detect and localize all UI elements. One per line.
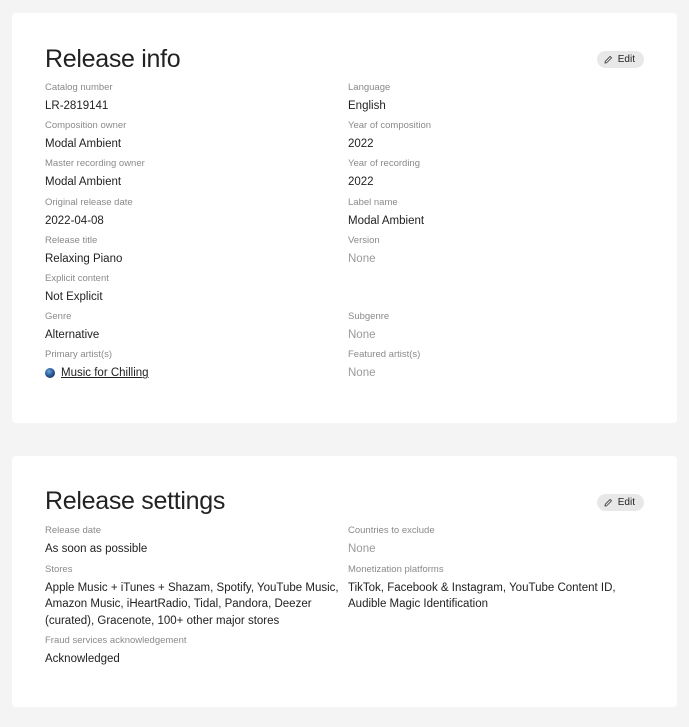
field-fraud-services: Fraud services acknowledgement Acknowled… <box>45 635 341 668</box>
field-value: TikTok, Facebook & Instagram, YouTube Co… <box>348 581 616 611</box>
release-info-edit-button[interactable]: Edit <box>596 51 644 68</box>
release-info-left-column: Catalog number LR-2819141 Composition ow… <box>45 82 345 388</box>
field-value: None <box>348 252 376 265</box>
artist-avatar <box>45 368 55 379</box>
field-composition-owner: Composition owner Modal Ambient <box>45 120 345 158</box>
field-version: Version None <box>348 235 638 273</box>
field-genre: Genre Alternative <box>45 311 345 349</box>
field-primary-artists: Primary artist(s) Music for Chilling <box>45 349 345 387</box>
field-value: None <box>348 367 376 380</box>
field-original-release-date: Original release date 2022-04-08 <box>45 197 345 235</box>
field-value: Music for Chilling <box>45 365 345 383</box>
release-info-title: Release info <box>45 45 181 73</box>
field-empty <box>348 273 638 311</box>
field-monetization-platforms: Monetization platforms TikTok, Facebook … <box>348 564 638 613</box>
release-settings-edit-button[interactable]: Edit <box>596 494 644 511</box>
pencil-icon <box>604 499 612 507</box>
field-year-of-composition: Year of composition 2022 <box>348 120 638 158</box>
field-label: Primary artist(s) <box>45 349 113 361</box>
field-master-recording-owner: Master recording owner Modal Ambient <box>45 158 345 196</box>
release-settings-title: Release settings <box>45 487 226 515</box>
field-label-name: Label name Modal Ambient <box>348 197 638 235</box>
field-value: Modal Ambient <box>45 138 122 151</box>
field-label: Monetization platforms <box>348 563 444 575</box>
field-stores: Stores Apple Music + iTunes + Shazam, Sp… <box>45 564 341 630</box>
field-label: Composition owner <box>45 120 127 132</box>
field-value: 2022 <box>348 138 374 151</box>
field-label: Stores <box>45 563 73 575</box>
field-value: English <box>348 100 386 112</box>
field-value: Modal Ambient <box>45 176 122 189</box>
field-value: LR-2819141 <box>45 100 109 112</box>
field-value: Acknowledged <box>45 653 120 665</box>
field-value: 2022 <box>348 176 374 189</box>
field-label: Release title <box>45 234 98 246</box>
field-value: 2022-04-08 <box>45 214 104 227</box>
field-subgenre: Subgenre None <box>348 311 638 349</box>
field-label: Version <box>348 234 380 246</box>
field-value: None <box>348 543 376 555</box>
field-label: Master recording owner <box>45 158 145 170</box>
release-info-right-column: Language English Year of composition 202… <box>348 82 638 388</box>
field-value: Alternative <box>45 329 100 342</box>
field-label: Catalog number <box>45 82 113 93</box>
field-explicit-content: Explicit content Not Explicit <box>45 273 345 311</box>
field-label: Release date <box>45 525 101 536</box>
field-catalog-number: Catalog number LR-2819141 <box>45 82 345 120</box>
field-label: Year of recording <box>348 158 421 170</box>
field-label: Genre <box>45 311 72 323</box>
field-value: Relaxing Piano <box>45 252 123 265</box>
field-label: Original release date <box>45 196 133 208</box>
field-value: Apple Music + iTunes + Shazam, Spotify, … <box>45 581 339 627</box>
field-value: Modal Ambient <box>348 214 425 227</box>
field-language: Language English <box>348 82 638 120</box>
release-settings-right-column: Countries to exclude None Monetization p… <box>348 525 638 619</box>
field-label: Subgenre <box>348 311 390 323</box>
field-label: Language <box>348 82 391 93</box>
field-label: Explicit content <box>45 272 109 284</box>
field-value: Not Explicit <box>45 290 103 303</box>
field-label: Fraud services acknowledgement <box>45 635 187 646</box>
field-label: Label name <box>348 196 398 208</box>
field-release-date: Release date As soon as possible <box>45 525 341 558</box>
release-settings-left-column: Release date As soon as possible Stores … <box>45 525 341 674</box>
primary-artist-link[interactable]: Music for Chilling <box>45 365 149 381</box>
field-year-of-recording: Year of recording 2022 <box>348 158 638 196</box>
artist-name: Music for Chilling <box>61 367 149 380</box>
edit-label: Edit <box>617 54 635 65</box>
field-release-title: Release title Relaxing Piano <box>45 235 345 273</box>
field-value: As soon as possible <box>45 543 148 555</box>
field-featured-artists: Featured artist(s) None <box>348 349 638 387</box>
pencil-icon <box>604 56 612 64</box>
field-value: None <box>348 329 376 342</box>
field-countries-to-exclude: Countries to exclude None <box>348 525 638 558</box>
field-label: Countries to exclude <box>348 525 435 536</box>
field-label: Featured artist(s) <box>348 349 421 361</box>
edit-label: Edit <box>617 497 635 508</box>
field-label: Year of composition <box>348 120 432 132</box>
